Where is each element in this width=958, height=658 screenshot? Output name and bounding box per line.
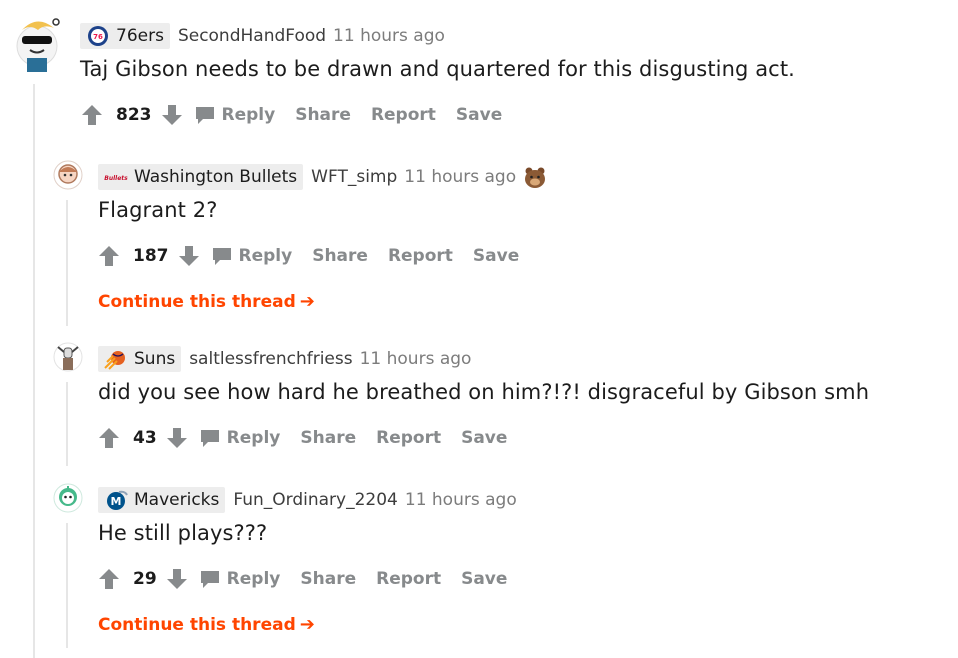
vote-score: 43 bbox=[133, 428, 157, 448]
right-arrow-icon: ➔ bbox=[299, 614, 315, 635]
svg-text:76: 76 bbox=[93, 33, 103, 41]
share-button[interactable]: Share bbox=[312, 246, 368, 266]
avatar[interactable] bbox=[14, 16, 60, 72]
reply-label: Reply bbox=[221, 105, 276, 125]
right-arrow-icon: ➔ bbox=[299, 291, 315, 312]
comment-body: Taj Gibson needs to be drawn and quarter… bbox=[80, 57, 795, 81]
share-button[interactable]: Share bbox=[300, 428, 356, 448]
thread-line-reply-1[interactable] bbox=[66, 200, 68, 326]
bullets-logo-text: Bullets bbox=[104, 175, 128, 182]
reply-label: Reply bbox=[226, 428, 281, 448]
save-button[interactable]: Save bbox=[461, 569, 507, 589]
user-flair[interactable]: 76 76ers bbox=[80, 23, 170, 49]
comment-body: He still plays??? bbox=[98, 521, 268, 545]
username[interactable]: SecondHandFood bbox=[178, 26, 326, 46]
comment-body: did you see how hard he breathed on him?… bbox=[98, 380, 870, 404]
avatar[interactable] bbox=[53, 483, 83, 513]
upvote-arrow-icon[interactable] bbox=[97, 567, 121, 591]
username[interactable]: WFT_simp bbox=[311, 167, 397, 187]
bear-award-icon[interactable] bbox=[523, 165, 547, 189]
user-flair[interactable]: Bullets Washington Bullets bbox=[98, 164, 304, 190]
continue-thread-link[interactable]: Continue this thread ➔ bbox=[98, 614, 315, 635]
upvote-arrow-icon[interactable] bbox=[80, 103, 104, 127]
comment-actions: 29 Reply Share Report Save bbox=[97, 564, 527, 594]
vote-score: 823 bbox=[116, 105, 152, 125]
suns-logo-icon bbox=[103, 348, 129, 370]
timestamp[interactable]: 11 hours ago bbox=[360, 349, 472, 369]
user-flair[interactable]: M Mavericks bbox=[98, 487, 226, 513]
comment-header: Bullets Washington Bullets WFT_simp 11 h… bbox=[98, 164, 547, 190]
avatar[interactable] bbox=[53, 160, 83, 190]
flair-label: Suns bbox=[134, 349, 176, 369]
flair-label: 76ers bbox=[116, 26, 164, 46]
share-button[interactable]: Share bbox=[300, 569, 356, 589]
report-button[interactable]: Report bbox=[376, 428, 441, 448]
speech-bubble-icon bbox=[194, 104, 216, 126]
timestamp[interactable]: 11 hours ago bbox=[404, 167, 516, 187]
downvote-arrow-icon[interactable] bbox=[160, 103, 184, 127]
mavericks-logo-icon: M bbox=[103, 489, 129, 511]
continue-thread-link[interactable]: Continue this thread ➔ bbox=[98, 291, 315, 312]
share-button[interactable]: Share bbox=[295, 105, 351, 125]
user-flair[interactable]: Suns bbox=[98, 346, 182, 372]
comment-actions: 823 Reply Share Report Save bbox=[80, 100, 522, 130]
downvote-arrow-icon[interactable] bbox=[165, 567, 189, 591]
report-button[interactable]: Report bbox=[376, 569, 441, 589]
continue-thread-label: Continue this thread bbox=[98, 614, 296, 635]
save-button[interactable]: Save bbox=[456, 105, 502, 125]
continue-thread-label: Continue this thread bbox=[98, 291, 296, 312]
reply-label: Reply bbox=[238, 246, 293, 266]
report-button[interactable]: Report bbox=[371, 105, 436, 125]
svg-text:M: M bbox=[111, 495, 122, 508]
speech-bubble-icon bbox=[199, 568, 221, 590]
thread-line-main[interactable] bbox=[33, 84, 35, 658]
comment-actions: 187 Reply Share Report Save bbox=[97, 241, 539, 271]
upvote-arrow-icon[interactable] bbox=[97, 426, 121, 450]
avatar[interactable] bbox=[53, 342, 83, 372]
downvote-arrow-icon[interactable] bbox=[177, 244, 201, 268]
vote-score: 29 bbox=[133, 569, 157, 589]
comment-actions: 43 Reply Share Report Save bbox=[97, 423, 527, 453]
reply-button[interactable]: Reply bbox=[194, 104, 276, 126]
timestamp[interactable]: 11 hours ago bbox=[333, 26, 445, 46]
bullets-logo-icon: Bullets bbox=[103, 166, 129, 188]
comment-header: 76 76ers SecondHandFood 11 hours ago bbox=[80, 23, 445, 49]
save-button[interactable]: Save bbox=[473, 246, 519, 266]
username[interactable]: Fun_Ordinary_2204 bbox=[233, 490, 398, 510]
reply-button[interactable]: Reply bbox=[199, 568, 281, 590]
speech-bubble-icon bbox=[199, 427, 221, 449]
comment-header: M Mavericks Fun_Ordinary_2204 11 hours a… bbox=[98, 487, 517, 513]
speech-bubble-icon bbox=[211, 245, 233, 267]
vote-score: 187 bbox=[133, 246, 169, 266]
save-button[interactable]: Save bbox=[461, 428, 507, 448]
upvote-arrow-icon[interactable] bbox=[97, 244, 121, 268]
76ers-logo-icon: 76 bbox=[85, 25, 111, 47]
reply-label: Reply bbox=[226, 569, 281, 589]
downvote-arrow-icon[interactable] bbox=[165, 426, 189, 450]
username[interactable]: saltlessfrenchfriess bbox=[189, 349, 352, 369]
flair-label: Washington Bullets bbox=[134, 167, 298, 187]
thread-line-reply-2[interactable] bbox=[66, 382, 68, 466]
reply-button[interactable]: Reply bbox=[199, 427, 281, 449]
report-button[interactable]: Report bbox=[388, 246, 453, 266]
flair-label: Mavericks bbox=[134, 490, 220, 510]
timestamp[interactable]: 11 hours ago bbox=[405, 490, 517, 510]
thread-line-reply-3[interactable] bbox=[66, 523, 68, 648]
comment-body: Flagrant 2? bbox=[98, 198, 218, 222]
comment-header: Suns saltlessfrenchfriess 11 hours ago bbox=[98, 346, 471, 372]
reply-button[interactable]: Reply bbox=[211, 245, 293, 267]
